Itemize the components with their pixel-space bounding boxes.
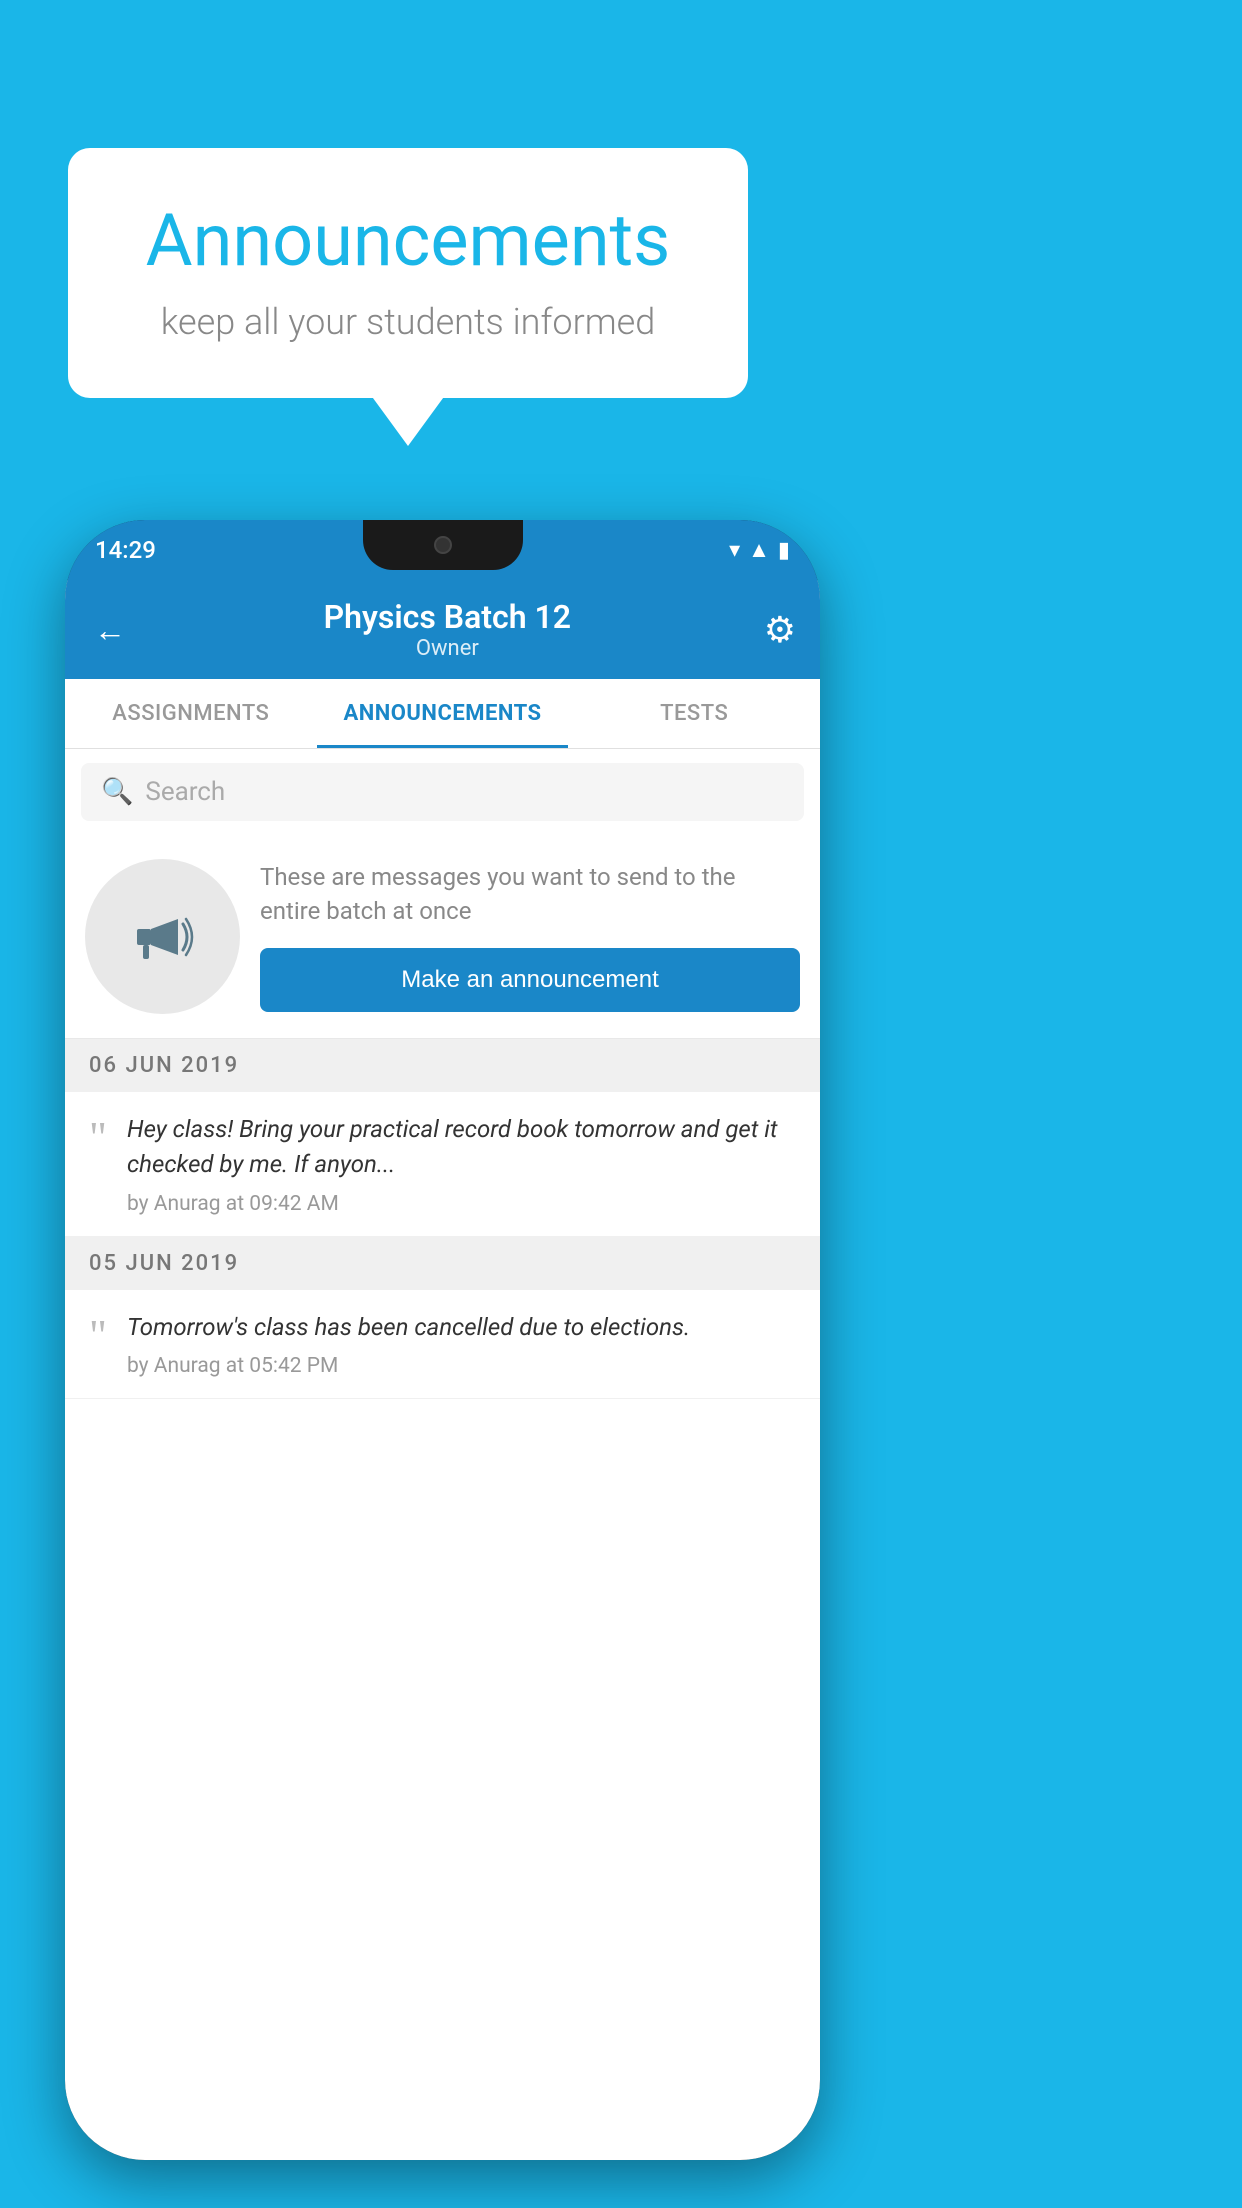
speech-bubble-container: Announcements keep all your students inf… <box>68 148 748 398</box>
status-time: 14:29 <box>95 536 156 564</box>
header-title-container: Physics Batch 12 Owner <box>324 598 571 661</box>
announcement-text-2: Tomorrow's class has been cancelled due … <box>127 1310 796 1345</box>
announcement-meta-2: by Anurag at 05:42 PM <box>127 1354 796 1378</box>
header-title: Physics Batch 12 <box>324 598 571 636</box>
status-icons: ▾ ▲ ▮ <box>729 537 790 563</box>
header-subtitle: Owner <box>324 636 571 661</box>
quote-icon-1: " <box>89 1116 107 1160</box>
settings-icon[interactable]: ⚙ <box>764 609 796 651</box>
tab-bar: ASSIGNMENTS ANNOUNCEMENTS TESTS <box>65 679 820 749</box>
speech-bubble-subtitle: keep all your students informed <box>128 301 688 343</box>
make-announcement-button[interactable]: Make an announcement <box>260 948 800 1012</box>
front-camera <box>434 536 452 554</box>
promo-icon-circle <box>85 859 240 1014</box>
scroll-content: 🔍 Search <box>65 749 820 2160</box>
speech-bubble: Announcements keep all your students inf… <box>68 148 748 398</box>
announcement-text-1: Hey class! Bring your practical record b… <box>127 1112 796 1182</box>
search-placeholder: Search <box>145 777 225 807</box>
status-bar: 14:29 ▾ ▲ ▮ <box>65 520 820 580</box>
announcement-item-1[interactable]: " Hey class! Bring your practical record… <box>65 1092 820 1237</box>
promo-content: These are messages you want to send to t… <box>260 861 800 1012</box>
quote-icon-2: " <box>89 1314 107 1358</box>
search-container: 🔍 Search <box>65 749 820 835</box>
wifi-icon: ▾ <box>729 538 740 563</box>
promo-section: These are messages you want to send to t… <box>65 835 820 1039</box>
speech-bubble-title: Announcements <box>128 198 688 283</box>
search-bar[interactable]: 🔍 Search <box>81 763 804 821</box>
megaphone-icon <box>123 897 203 977</box>
back-button[interactable]: ← <box>89 606 131 654</box>
tab-tests[interactable]: TESTS <box>568 679 820 748</box>
phone-screen: ← Physics Batch 12 Owner ⚙ ASSIGNMENTS A… <box>65 580 820 2160</box>
tab-announcements[interactable]: ANNOUNCEMENTS <box>317 679 569 748</box>
tab-assignments[interactable]: ASSIGNMENTS <box>65 679 317 748</box>
announcement-meta-1: by Anurag at 09:42 AM <box>127 1192 796 1216</box>
battery-icon: ▮ <box>778 538 790 563</box>
announcement-content-2: Tomorrow's class has been cancelled due … <box>127 1310 796 1379</box>
promo-description: These are messages you want to send to t… <box>260 861 800 928</box>
phone-frame: 14:29 ▾ ▲ ▮ ← Physics Batch 12 Owner ⚙ A… <box>65 520 820 2160</box>
announcement-item-2[interactable]: " Tomorrow's class has been cancelled du… <box>65 1290 820 1400</box>
announcement-content-1: Hey class! Bring your practical record b… <box>127 1112 796 1216</box>
phone-notch <box>363 520 523 570</box>
date-separator-1: 06 JUN 2019 <box>65 1039 820 1092</box>
app-header: ← Physics Batch 12 Owner ⚙ <box>65 580 820 679</box>
date-separator-2: 05 JUN 2019 <box>65 1237 820 1290</box>
signal-icon: ▲ <box>748 537 770 563</box>
search-icon: 🔍 <box>101 777 133 807</box>
